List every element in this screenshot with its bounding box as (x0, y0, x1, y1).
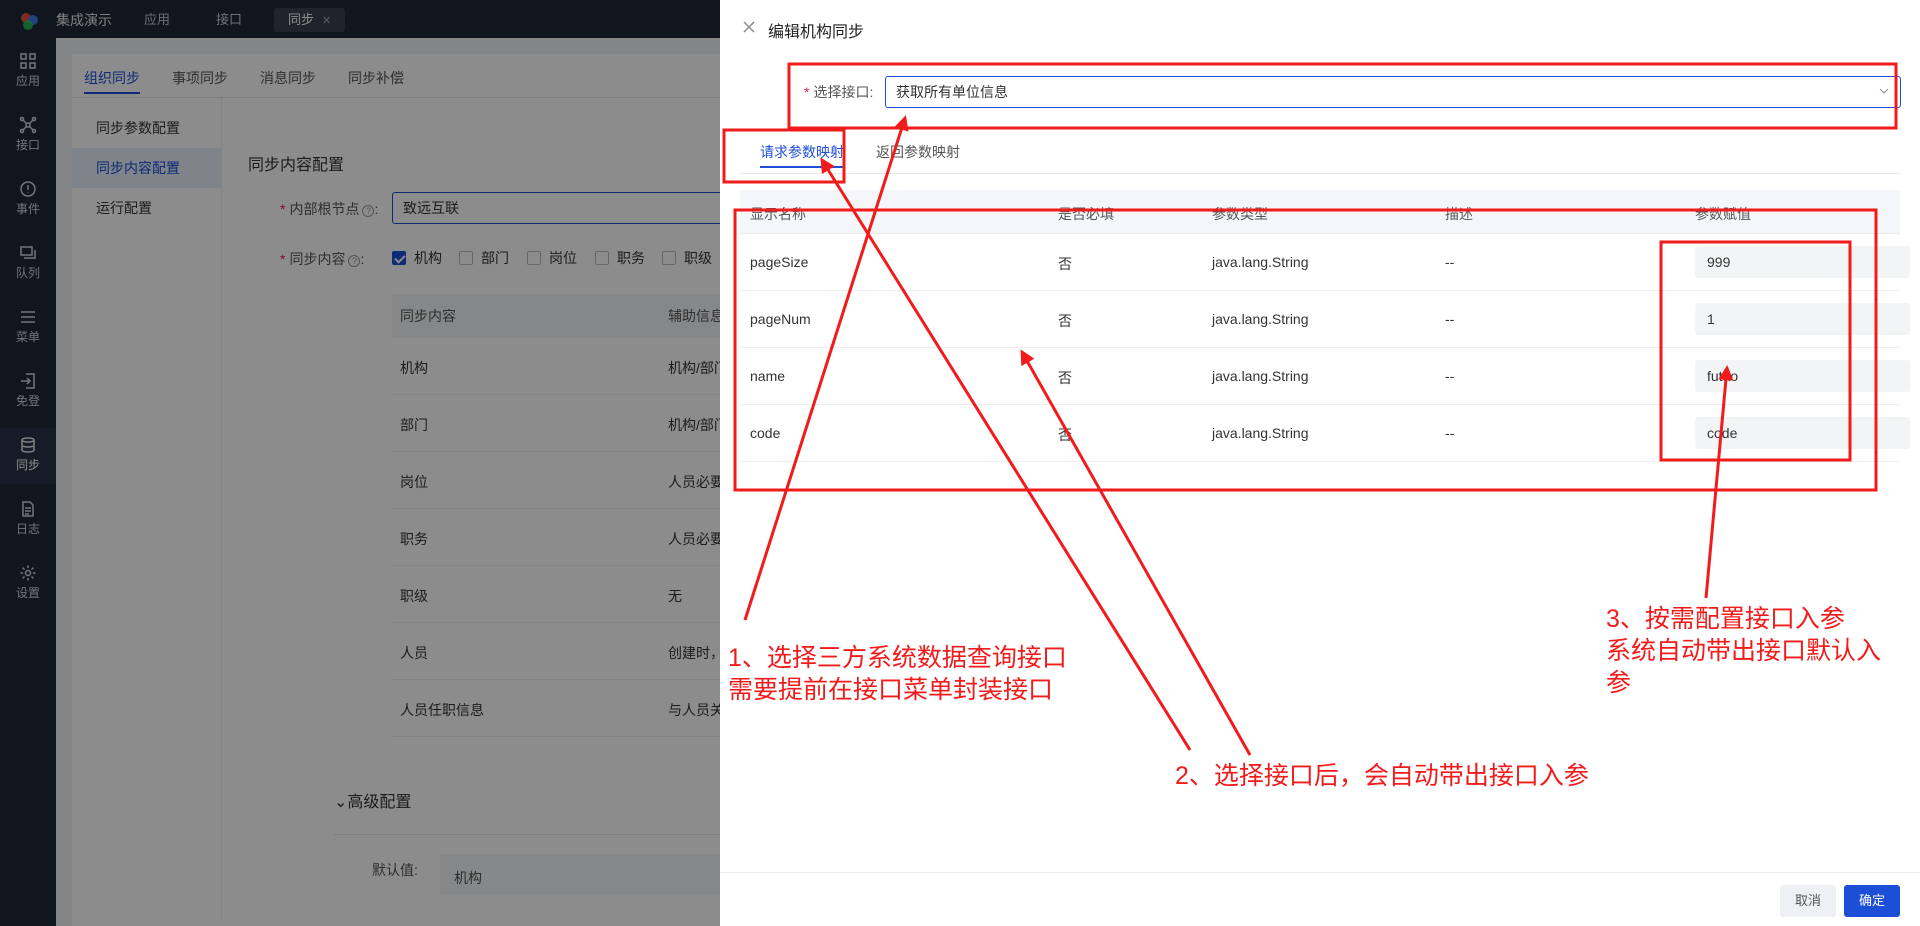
param-desc: -- (1445, 368, 1455, 384)
param-desc: -- (1445, 254, 1455, 270)
interface-select-value: 获取所有单位信息 (896, 84, 1008, 100)
param-desc: -- (1445, 425, 1455, 441)
chevron-down-icon (1879, 88, 1889, 94)
param-value-input[interactable]: futao (1695, 360, 1910, 392)
cancel-button[interactable]: 取消 (1780, 885, 1837, 917)
param-required: 否 (1058, 370, 1072, 386)
column-header: 是否必填 (1058, 206, 1114, 222)
annotation-text: 2、选择接口后，会自动带出接口入参 (1175, 762, 1589, 790)
param-desc: -- (1445, 311, 1455, 327)
drawer-footer: 取消 确定 (720, 872, 1920, 926)
interface-label-text: 选择接口 (813, 84, 870, 100)
annotation-text: 需要提前在接口菜单封装接口 (728, 676, 1054, 704)
tab-response-params[interactable]: 返回参数映射 (876, 142, 960, 162)
param-type: java.lang.String (1212, 368, 1309, 384)
annotation-text: 1、选择三方系统数据查询接口 (728, 644, 1067, 672)
table-row: pageSize 否 java.lang.String -- 999 (740, 234, 1910, 291)
annotation-text: 参 (1606, 669, 1632, 697)
interface-select[interactable]: 获取所有单位信息 (885, 76, 1901, 108)
close-icon[interactable] (742, 20, 756, 34)
modal-mask[interactable] (0, 0, 720, 926)
param-name: code (750, 425, 781, 441)
drawer-title: 编辑机构同步 (768, 24, 865, 41)
table-row: code 否 java.lang.String -- code (740, 405, 1910, 462)
param-name: name (750, 368, 786, 384)
annotation-text: 系统自动带出接口默认入 (1606, 637, 1882, 665)
column-header: 显示名称 (750, 206, 806, 222)
annotation-text: 3、按需配置接口入参 (1606, 605, 1845, 633)
interface-label: * 选择接口: (804, 84, 874, 100)
param-required: 否 (1058, 427, 1072, 443)
param-name: pageSize (750, 254, 809, 270)
param-type: java.lang.String (1212, 311, 1309, 327)
param-type: java.lang.String (1212, 425, 1309, 441)
param-type: java.lang.String (1212, 254, 1309, 270)
param-value-input[interactable]: code (1695, 417, 1910, 449)
confirm-button[interactable]: 确定 (1844, 885, 1901, 917)
param-name: pageNum (750, 311, 811, 327)
column-header: 参数类型 (1212, 206, 1268, 222)
param-required: 否 (1058, 256, 1072, 272)
table-row: name 否 java.lang.String -- futao (740, 348, 1910, 405)
param-tabs: 请求参数映射 返回参数映射 (740, 136, 1900, 174)
column-header: 参数赋值 (1695, 206, 1751, 222)
table-row: pageNum 否 java.lang.String -- 1 (740, 291, 1910, 348)
param-required: 否 (1058, 313, 1072, 329)
tab-request-params[interactable]: 请求参数映射 (760, 142, 844, 168)
annotation-note-3: 3、按需配置接口入参 系统自动带出接口默认入 参 (1606, 603, 1881, 699)
table-header: 显示名称 是否必填 参数类型 描述 参数赋值 (740, 190, 1900, 234)
annotation-note-2: 2、选择接口后，会自动带出接口入参 (1175, 760, 1589, 792)
param-value-input[interactable]: 1 (1695, 303, 1910, 335)
annotation-note-1: 1、选择三方系统数据查询接口 需要提前在接口菜单封装接口 (728, 642, 1067, 706)
param-value-input[interactable]: 999 (1695, 246, 1910, 278)
column-header: 描述 (1445, 206, 1473, 222)
